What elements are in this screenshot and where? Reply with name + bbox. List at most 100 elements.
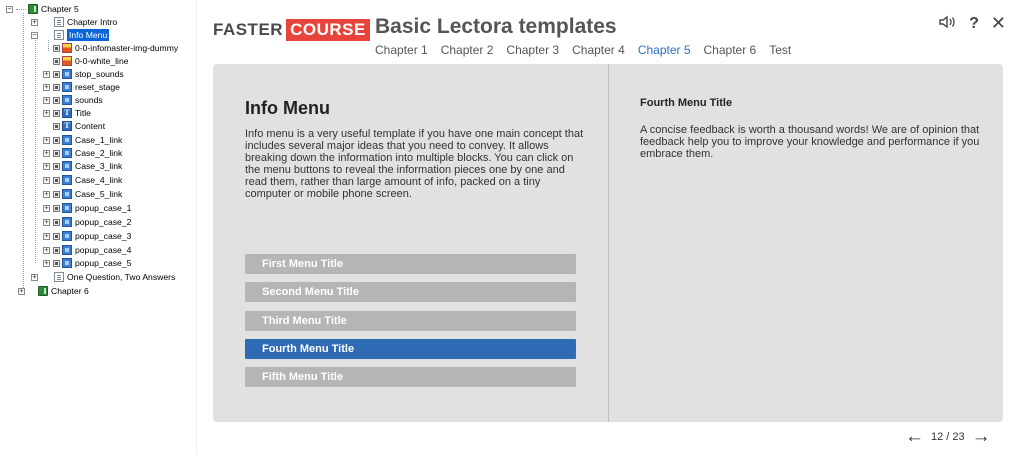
action-icon bbox=[62, 161, 72, 171]
visibility-checkbox[interactable] bbox=[53, 176, 60, 184]
tree-item-label: Case_1_link bbox=[75, 135, 123, 145]
text-block-icon: T bbox=[62, 108, 72, 118]
tree-item-case-2-link[interactable]: + Case_2_link bbox=[43, 147, 122, 159]
tree-item-sounds[interactable]: + sounds bbox=[43, 94, 103, 106]
tree-item-label: Case_2_link bbox=[75, 148, 123, 158]
visibility-checkbox[interactable] bbox=[53, 259, 60, 267]
menu-button-third[interactable]: Third Menu Title bbox=[245, 311, 576, 331]
expand-toggle-icon[interactable]: + bbox=[43, 259, 50, 267]
top-controls: ? ✕ bbox=[939, 13, 1006, 34]
visibility-checkbox[interactable] bbox=[53, 122, 60, 130]
close-icon[interactable]: ✕ bbox=[991, 13, 1006, 34]
tree-item-label: popup_case_1 bbox=[75, 203, 132, 213]
collapse-toggle-icon[interactable]: − bbox=[6, 5, 13, 13]
expand-toggle-icon[interactable]: + bbox=[43, 136, 50, 144]
sound-icon[interactable] bbox=[939, 15, 957, 32]
expand-toggle-icon[interactable]: + bbox=[43, 246, 50, 254]
tree-item-popup-case-5[interactable]: + popup_case_5 bbox=[43, 257, 131, 269]
tree-item-chapter-5[interactable]: − Chapter 5 bbox=[6, 3, 79, 15]
expand-toggle-icon[interactable]: + bbox=[43, 204, 50, 212]
visibility-checkbox[interactable] bbox=[53, 218, 60, 226]
tree-item-chapter-6[interactable]: + Chapter 6 bbox=[18, 285, 89, 297]
expand-toggle-icon[interactable]: + bbox=[43, 218, 50, 226]
next-arrow-icon[interactable]: → bbox=[972, 427, 991, 446]
expand-toggle-icon[interactable]: + bbox=[43, 109, 50, 117]
tree-item-title[interactable]: + T Title bbox=[43, 107, 91, 119]
expand-toggle-icon[interactable]: + bbox=[43, 149, 50, 157]
visibility-checkbox[interactable] bbox=[53, 57, 60, 65]
tree-item-case-4-link[interactable]: + Case_4_link bbox=[43, 174, 122, 186]
menu-button-fifth[interactable]: Fifth Menu Title bbox=[245, 367, 576, 387]
visibility-checkbox[interactable] bbox=[53, 83, 60, 91]
visibility-checkbox[interactable] bbox=[53, 246, 60, 254]
tree-item-stop-sounds[interactable]: + stop_sounds bbox=[43, 68, 124, 80]
menu-button-fourth[interactable]: Fourth Menu Title bbox=[245, 339, 576, 359]
tree-item-case-5-link[interactable]: + Case_5_link bbox=[43, 188, 122, 200]
action-icon bbox=[62, 189, 72, 199]
visibility-checkbox[interactable] bbox=[53, 109, 60, 117]
expand-toggle-icon[interactable]: + bbox=[31, 273, 38, 281]
page-icon bbox=[54, 17, 64, 27]
tree-item-case-1-link[interactable]: + Case_1_link bbox=[43, 134, 122, 146]
action-icon bbox=[62, 82, 72, 92]
expand-toggle-icon[interactable]: + bbox=[43, 83, 50, 91]
fastercourse-logo: FASTER COURSE bbox=[213, 19, 370, 41]
chapter-link-2[interactable]: Chapter 2 bbox=[441, 43, 494, 57]
visibility-checkbox[interactable] bbox=[53, 162, 60, 170]
visibility-checkbox[interactable] bbox=[53, 44, 60, 52]
tree-item-one-question[interactable]: + One Question, Two Answers bbox=[31, 271, 175, 283]
expand-toggle-icon[interactable]: + bbox=[43, 176, 50, 184]
tree-item-popup-case-1[interactable]: + popup_case_1 bbox=[43, 202, 131, 214]
tree-item-popup-case-2[interactable]: + popup_case_2 bbox=[43, 216, 131, 228]
visibility-checkbox[interactable] bbox=[53, 232, 60, 240]
logo-text-right: COURSE bbox=[286, 19, 370, 41]
expand-toggle-icon[interactable]: + bbox=[18, 287, 25, 295]
panel-divider bbox=[608, 64, 609, 422]
tree-item-white-line[interactable]: 0-0-white_line bbox=[43, 55, 129, 67]
action-icon bbox=[62, 245, 72, 255]
tree-item-label: Chapter 5 bbox=[41, 4, 79, 14]
tree-item-content[interactable]: T Content bbox=[43, 120, 105, 132]
tree-item-chapter-intro[interactable]: + Chapter Intro bbox=[31, 16, 117, 28]
tree-item-info-menu[interactable]: − Info Menu bbox=[31, 29, 110, 41]
chapter-icon bbox=[28, 4, 38, 14]
expand-toggle-icon[interactable]: + bbox=[43, 232, 50, 240]
help-icon[interactable]: ? bbox=[969, 15, 979, 33]
tree-item-case-3-link[interactable]: + Case_3_link bbox=[43, 160, 122, 172]
tree-item-label: Title bbox=[75, 108, 91, 118]
visibility-checkbox[interactable] bbox=[53, 149, 60, 157]
feedback-title: Fourth Menu Title bbox=[640, 97, 733, 109]
menu-button-first[interactable]: First Menu Title bbox=[245, 254, 576, 274]
tree-item-label: popup_case_2 bbox=[75, 217, 132, 227]
expand-toggle-icon[interactable]: + bbox=[43, 70, 50, 78]
chapter-link-test[interactable]: Test bbox=[769, 43, 791, 57]
visibility-checkbox[interactable] bbox=[53, 70, 60, 78]
visibility-checkbox[interactable] bbox=[53, 190, 60, 198]
chapter-link-4[interactable]: Chapter 4 bbox=[572, 43, 625, 57]
expand-toggle-icon[interactable]: + bbox=[43, 190, 50, 198]
chapter-nav: Chapter 1 Chapter 2 Chapter 3 Chapter 4 … bbox=[375, 43, 804, 57]
expand-toggle-icon[interactable]: + bbox=[43, 96, 50, 104]
content-panel: Info Menu Info menu is a very useful tem… bbox=[213, 64, 1003, 422]
expand-toggle-icon[interactable]: + bbox=[31, 18, 38, 26]
tree-item-popup-case-4[interactable]: + popup_case_4 bbox=[43, 244, 131, 256]
chapter-icon bbox=[38, 286, 48, 296]
menu-button-second[interactable]: Second Menu Title bbox=[245, 282, 576, 302]
action-icon bbox=[62, 258, 72, 268]
tree-item-label: Case_5_link bbox=[75, 189, 123, 199]
tree-item-reset-stage[interactable]: + reset_stage bbox=[43, 81, 120, 93]
expand-toggle-icon[interactable]: + bbox=[43, 162, 50, 170]
tree-item-label: Case_3_link bbox=[75, 161, 123, 171]
previous-arrow-icon[interactable]: ← bbox=[905, 427, 924, 446]
chapter-link-1[interactable]: Chapter 1 bbox=[375, 43, 428, 57]
visibility-checkbox[interactable] bbox=[53, 96, 60, 104]
tree-item-label: popup_case_5 bbox=[75, 258, 132, 268]
tree-item-infomaster-img[interactable]: 0-0-infomaster-img-dummy bbox=[43, 42, 178, 54]
chapter-link-3[interactable]: Chapter 3 bbox=[506, 43, 559, 57]
chapter-link-5[interactable]: Chapter 5 bbox=[638, 43, 691, 57]
collapse-toggle-icon[interactable]: − bbox=[31, 31, 38, 39]
visibility-checkbox[interactable] bbox=[53, 204, 60, 212]
visibility-checkbox[interactable] bbox=[53, 136, 60, 144]
tree-item-popup-case-3[interactable]: + popup_case_3 bbox=[43, 230, 131, 242]
chapter-link-6[interactable]: Chapter 6 bbox=[704, 43, 757, 57]
